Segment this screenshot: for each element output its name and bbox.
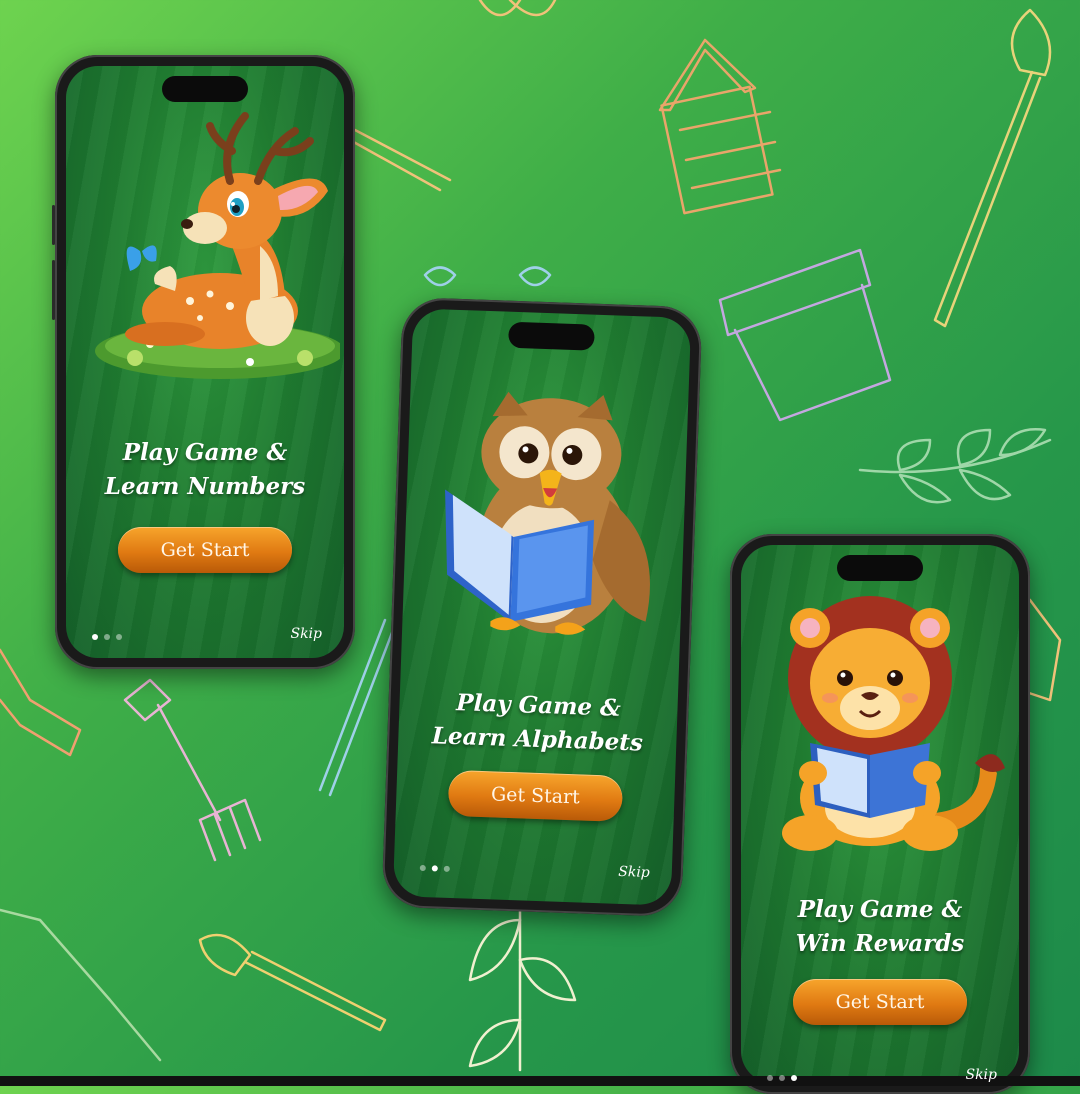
page-dot [116, 634, 122, 640]
page-dot [443, 865, 450, 872]
shovel-icon [0, 908, 162, 1062]
camera-notch [508, 321, 595, 351]
camera-notch [162, 76, 248, 102]
page-dot [104, 634, 110, 640]
page-indicator [419, 864, 450, 872]
page-indicator [767, 1075, 797, 1081]
owl-illustration [445, 391, 650, 635]
skip-link[interactable]: Skip [290, 626, 322, 642]
skip-link[interactable]: Skip [618, 864, 650, 881]
headline: Play Game & Learn Numbers [104, 439, 306, 500]
page-indicator [92, 634, 122, 640]
leaf-icon [858, 428, 1052, 504]
headline: Play Game & Learn Alphabets [431, 689, 644, 757]
phone-mockup-1: Play Game & Learn Numbers Get Start Skip [52, 55, 355, 669]
page-dot [419, 864, 426, 872]
camera-notch [837, 555, 923, 581]
page-dot [92, 634, 98, 640]
get-start-button[interactable]: Get Start [793, 979, 967, 1025]
page-dot [767, 1075, 773, 1081]
get-start-button[interactable]: Get Start [447, 769, 624, 822]
page-dot [431, 865, 438, 872]
trowel-icon [198, 933, 387, 1032]
bottom-edge-bar [0, 1076, 1080, 1086]
shovel-icon [0, 648, 82, 757]
rake-icon [123, 678, 262, 862]
lion-illustration [782, 596, 1005, 851]
onboarding-screen-numbers: Play Game & Learn Numbers Get Start Skip [66, 66, 344, 658]
house-icon [658, 38, 782, 215]
page-dot [779, 1075, 785, 1081]
shovel-icon [933, 8, 1052, 328]
phone-mockup-3: Play Game & Win Rewards Get Start Skip [730, 534, 1030, 1094]
page-dot [791, 1075, 797, 1081]
flower-icon [478, 0, 557, 17]
skip-link[interactable]: Skip [965, 1067, 997, 1083]
trowel-icon [348, 128, 452, 192]
pot-icon [718, 248, 892, 422]
deer-illustration [95, 112, 340, 379]
onboarding-screen-rewards: Play Game & Win Rewards Get Start Skip [741, 545, 1019, 1083]
headline: Play Game & Win Rewards [795, 896, 965, 957]
onboarding-screen-alphabets: Play Game & Learn Alphabets Get Start Sk… [392, 308, 692, 906]
get-start-button[interactable]: Get Start [118, 527, 292, 573]
phone-mockup-2: Play Game & Learn Alphabets Get Start Sk… [381, 296, 703, 918]
